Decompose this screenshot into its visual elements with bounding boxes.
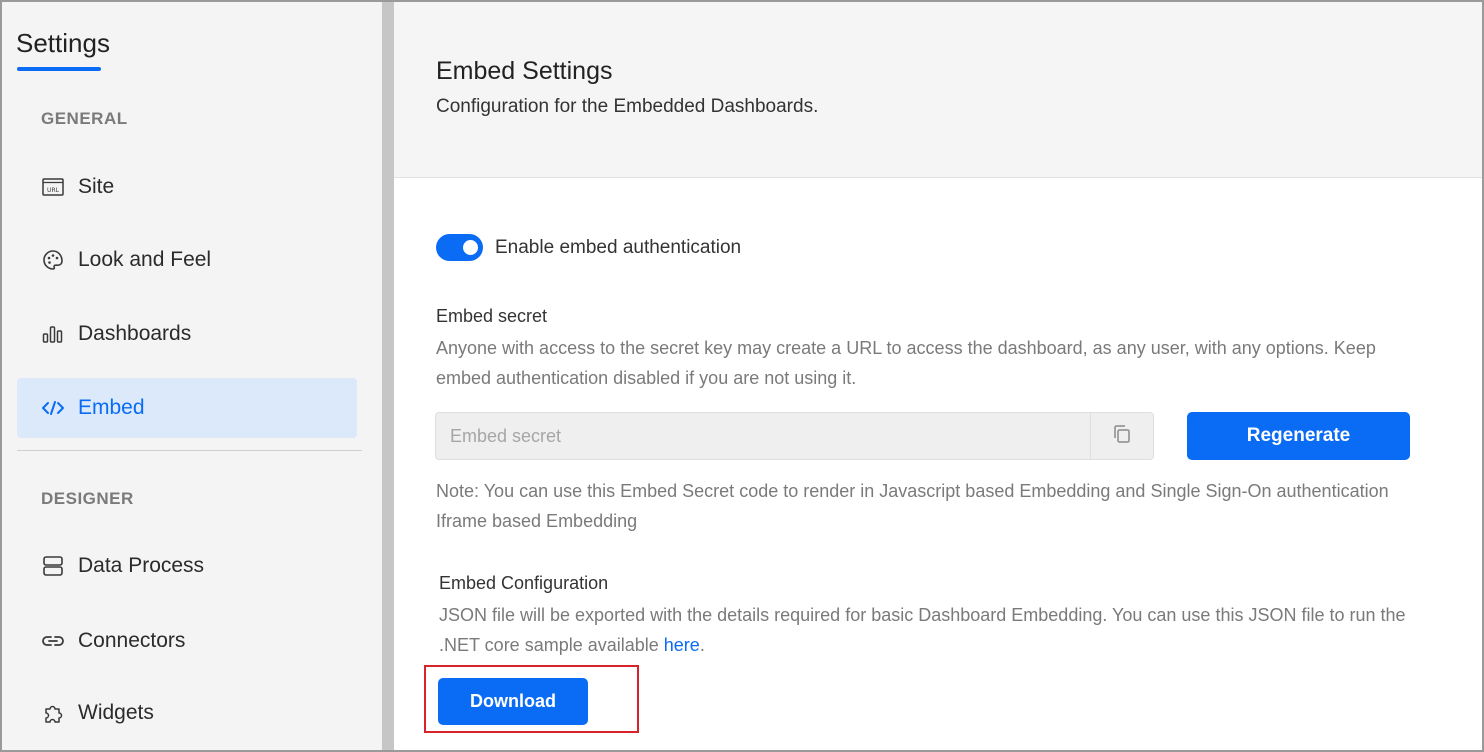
sidebar-item-data-process[interactable]: Data Process [17, 536, 357, 596]
palette-icon [40, 247, 66, 273]
database-icon [40, 553, 66, 579]
sidebar-item-label: Data Process [78, 554, 205, 577]
sidebar-item-label: Widgets [78, 701, 154, 724]
settings-sidebar: Settings GENERAL URL Site Look and Feel … [2, 2, 382, 750]
sidebar-item-dashboards[interactable]: Dashboards [17, 304, 357, 364]
svg-text:URL: URL [47, 187, 60, 194]
code-icon [40, 395, 66, 421]
section-general: GENERAL [41, 109, 128, 128]
embed-config-text: JSON file will be exported with the deta… [439, 605, 1406, 655]
sample-link[interactable]: here [664, 635, 700, 655]
embed-secret-field [435, 412, 1154, 460]
page-header: Embed Settings Configuration for the Emb… [394, 2, 1482, 178]
regenerate-button[interactable]: Regenerate [1187, 412, 1410, 460]
main-content: Embed Settings Configuration for the Emb… [394, 2, 1482, 750]
puzzle-icon [40, 700, 66, 726]
page-title: Embed Settings [436, 57, 613, 85]
sidebar-item-label: Look and Feel [78, 248, 212, 271]
sidebar-item-embed[interactable]: Embed [17, 378, 357, 438]
sidebar-item-connectors[interactable]: Connectors [17, 611, 357, 671]
embed-secret-description: Anyone with access to the secret key may… [436, 338, 1376, 388]
section-designer: DESIGNER [41, 489, 134, 508]
download-button[interactable]: Download [438, 678, 588, 725]
bar-chart-icon [40, 321, 66, 347]
page-subtitle: Configuration for the Embedded Dashboard… [436, 96, 819, 117]
embed-auth-toggle[interactable] [436, 234, 483, 261]
embed-secret-heading: Embed secret [436, 306, 548, 326]
embed-secret-input[interactable] [436, 413, 1090, 459]
embed-config-description: JSON file will be exported with the deta… [439, 600, 1429, 660]
sidebar-divider [17, 450, 362, 451]
copy-button[interactable] [1090, 413, 1153, 459]
embed-config-heading: Embed Configuration [439, 573, 609, 593]
sidebar-item-label: Dashboards [78, 322, 192, 345]
embed-auth-label: Enable embed authentication [495, 237, 742, 258]
url-icon: URL [40, 174, 66, 200]
sidebar-item-label: Site [78, 175, 115, 198]
link-icon [40, 628, 66, 654]
copy-icon [1111, 423, 1133, 450]
sidebar-item-label: Embed [78, 396, 145, 419]
app-window: Settings GENERAL URL Site Look and Feel … [0, 0, 1484, 752]
sidebar-item-label: Connectors [78, 629, 186, 652]
sidebar-title: Settings [16, 28, 110, 58]
sidebar-item-look-and-feel[interactable]: Look and Feel [17, 230, 357, 290]
sidebar-scrollbar[interactable] [382, 2, 394, 750]
sidebar-item-widgets[interactable]: Widgets [17, 683, 357, 743]
sidebar-item-site[interactable]: URL Site [17, 157, 357, 217]
sidebar-title-underline [17, 67, 101, 71]
embed-config-trailing: . [699, 635, 705, 655]
embed-secret-note: Note: You can use this Embed Secret code… [436, 481, 1389, 531]
toggle-knob [463, 240, 478, 255]
